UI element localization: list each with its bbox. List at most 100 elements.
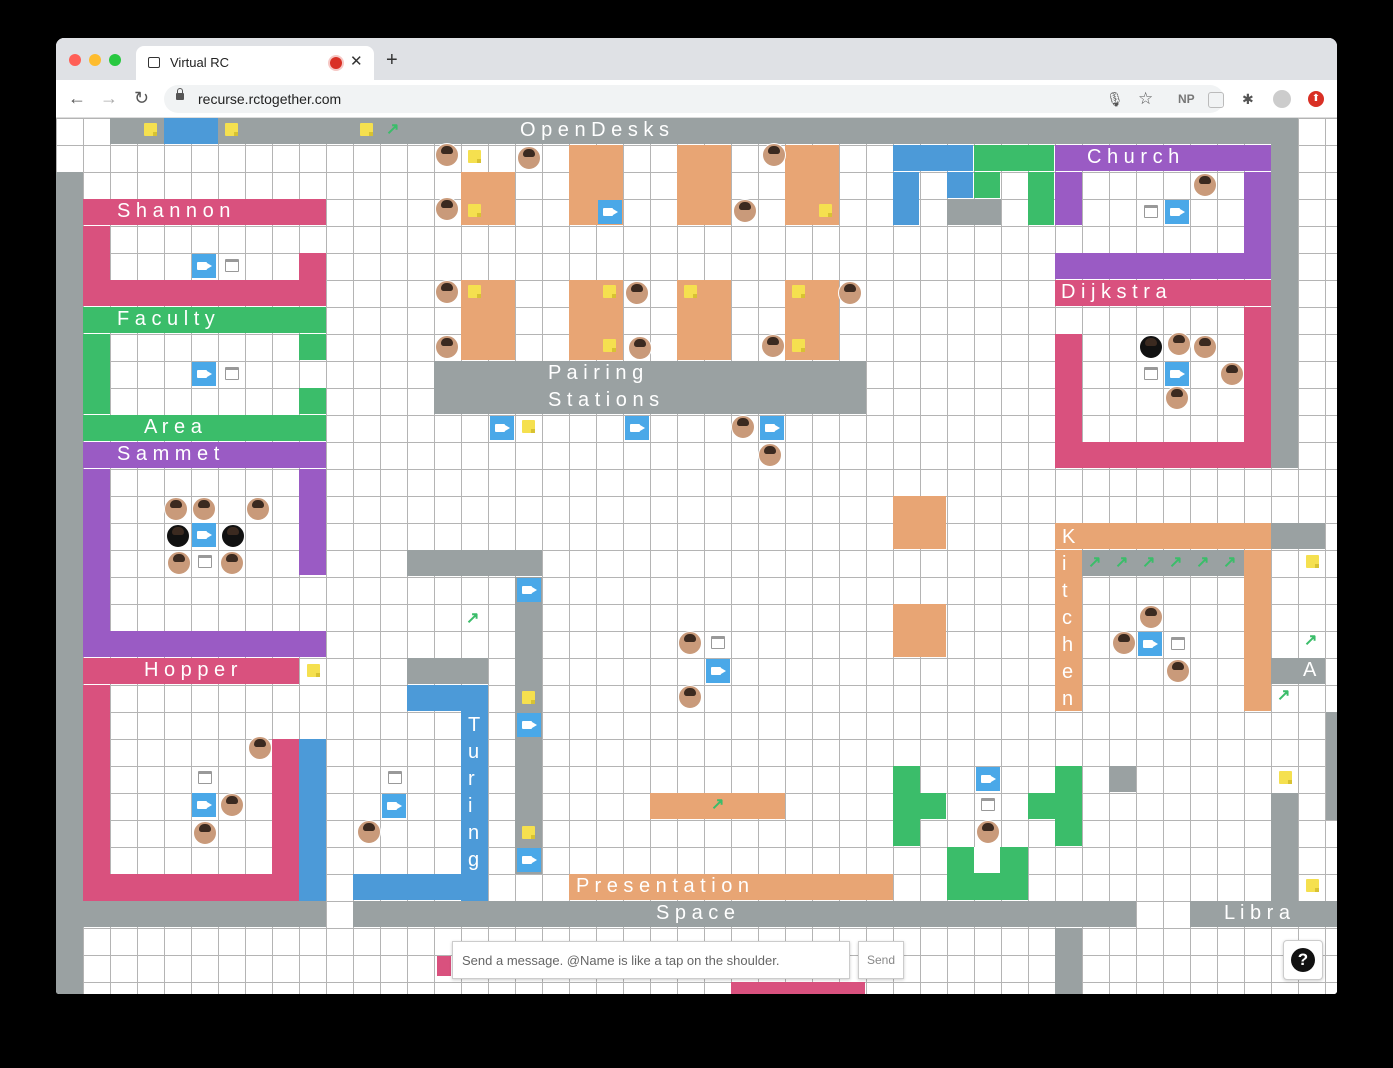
avatar[interactable] bbox=[357, 820, 381, 844]
avatar[interactable] bbox=[628, 336, 652, 360]
video-call-icon[interactable] bbox=[382, 794, 406, 818]
avatar[interactable] bbox=[762, 143, 786, 167]
link-icon[interactable]: ↗ bbox=[1304, 633, 1317, 649]
video-call-icon[interactable] bbox=[976, 767, 1000, 791]
avatar[interactable] bbox=[625, 281, 649, 305]
video-call-icon[interactable] bbox=[1138, 632, 1162, 656]
avatar[interactable] bbox=[220, 793, 244, 817]
note-icon[interactable] bbox=[522, 826, 535, 839]
note-icon[interactable] bbox=[1306, 555, 1319, 568]
avatar[interactable] bbox=[1193, 173, 1217, 197]
note-icon[interactable] bbox=[468, 285, 481, 298]
calendar-icon[interactable] bbox=[388, 771, 402, 784]
avatar[interactable] bbox=[731, 415, 755, 439]
link-icon[interactable]: ↗ bbox=[466, 611, 479, 627]
calendar-icon[interactable] bbox=[1144, 205, 1158, 218]
note-icon[interactable] bbox=[144, 123, 157, 136]
chat-input[interactable]: Send a message. @Name is like a tap on t… bbox=[452, 941, 850, 979]
note-icon[interactable] bbox=[684, 285, 697, 298]
send-button[interactable]: Send bbox=[858, 941, 904, 979]
note-icon[interactable] bbox=[468, 204, 481, 217]
avatar[interactable] bbox=[166, 524, 190, 548]
forward-button[interactable]: → bbox=[100, 88, 118, 108]
avatar[interactable] bbox=[221, 524, 245, 548]
avatar[interactable] bbox=[517, 146, 541, 170]
avatar[interactable] bbox=[1139, 605, 1163, 629]
note-icon[interactable] bbox=[792, 285, 805, 298]
calendar-icon[interactable] bbox=[225, 259, 239, 272]
puzzle-icon[interactable]: ✱ bbox=[1242, 89, 1254, 109]
minimize-window-button[interactable] bbox=[89, 54, 101, 66]
avatar[interactable] bbox=[192, 497, 216, 521]
note-icon[interactable] bbox=[307, 664, 320, 677]
link-icon[interactable]: ↗ bbox=[1196, 555, 1209, 571]
video-call-icon[interactable] bbox=[1165, 362, 1189, 386]
video-call-icon[interactable] bbox=[517, 713, 541, 737]
avatar[interactable] bbox=[1220, 362, 1244, 386]
avatar[interactable] bbox=[733, 199, 757, 223]
avatar[interactable] bbox=[435, 335, 459, 359]
close-window-button[interactable] bbox=[69, 54, 81, 66]
link-icon[interactable]: ↗ bbox=[711, 797, 724, 813]
calendar-icon[interactable] bbox=[981, 798, 995, 811]
avatar[interactable] bbox=[1166, 659, 1190, 683]
avatar[interactable] bbox=[193, 821, 217, 845]
avatar[interactable] bbox=[1165, 386, 1189, 410]
video-call-icon[interactable] bbox=[760, 416, 784, 440]
star-icon[interactable]: ☆ bbox=[1138, 89, 1153, 109]
update-icon[interactable]: ⬆ bbox=[1308, 91, 1324, 107]
calendar-icon[interactable] bbox=[198, 771, 212, 784]
avatar[interactable] bbox=[1112, 631, 1136, 655]
avatar[interactable] bbox=[678, 685, 702, 709]
extension-icon[interactable] bbox=[1208, 92, 1224, 108]
mic-icon[interactable]: 🎙 bbox=[1106, 89, 1124, 109]
maximize-window-button[interactable] bbox=[109, 54, 121, 66]
avatar[interactable] bbox=[435, 197, 459, 221]
calendar-icon[interactable] bbox=[711, 636, 725, 649]
video-call-icon[interactable] bbox=[490, 416, 514, 440]
video-call-icon[interactable] bbox=[517, 848, 541, 872]
link-icon[interactable]: ↗ bbox=[1223, 555, 1236, 571]
note-icon[interactable] bbox=[603, 285, 616, 298]
video-call-icon[interactable] bbox=[517, 578, 541, 602]
calendar-icon[interactable] bbox=[1171, 637, 1185, 650]
avatar[interactable] bbox=[1193, 335, 1217, 359]
video-call-icon[interactable] bbox=[706, 659, 730, 683]
avatar[interactable] bbox=[167, 551, 191, 575]
calendar-icon[interactable] bbox=[198, 555, 212, 568]
avatar[interactable] bbox=[1167, 332, 1191, 356]
link-icon[interactable]: ↗ bbox=[1277, 688, 1290, 704]
back-button[interactable]: ← bbox=[68, 88, 86, 108]
url-field[interactable]: recurse.rctogether.com bbox=[164, 85, 1224, 113]
link-icon[interactable]: ↗ bbox=[1115, 555, 1128, 571]
avatar[interactable] bbox=[678, 631, 702, 655]
link-icon[interactable]: ↗ bbox=[1169, 555, 1182, 571]
video-call-icon[interactable] bbox=[598, 200, 622, 224]
note-icon[interactable] bbox=[522, 691, 535, 704]
video-call-icon[interactable] bbox=[1165, 200, 1189, 224]
link-icon[interactable]: ↗ bbox=[1088, 555, 1101, 571]
video-call-icon[interactable] bbox=[625, 416, 649, 440]
avatar[interactable] bbox=[435, 143, 459, 167]
help-button[interactable]: ? bbox=[1283, 940, 1323, 980]
avatar[interactable] bbox=[976, 820, 1000, 844]
avatar[interactable] bbox=[838, 281, 862, 305]
note-icon[interactable] bbox=[792, 339, 805, 352]
link-icon[interactable]: ↗ bbox=[386, 122, 399, 138]
link-icon[interactable]: ↗ bbox=[1142, 555, 1155, 571]
profile-avatar[interactable] bbox=[1273, 90, 1291, 108]
note-icon[interactable] bbox=[360, 123, 373, 136]
video-call-icon[interactable] bbox=[192, 254, 216, 278]
new-tab-button[interactable]: + bbox=[386, 50, 398, 70]
avatar[interactable] bbox=[435, 280, 459, 304]
reload-button[interactable]: ↻ bbox=[134, 88, 149, 108]
tab-close-button[interactable]: ✕ bbox=[350, 52, 363, 70]
avatar[interactable] bbox=[758, 443, 782, 467]
video-call-icon[interactable] bbox=[192, 523, 216, 547]
calendar-icon[interactable] bbox=[1144, 367, 1158, 380]
np-extension-icon[interactable]: NP bbox=[1178, 89, 1195, 109]
virtual-space-grid[interactable]: O p e n D e s k s S h a n n o n F a c u … bbox=[56, 118, 1337, 994]
note-icon[interactable] bbox=[603, 339, 616, 352]
note-icon[interactable] bbox=[1306, 879, 1319, 892]
video-call-icon[interactable] bbox=[192, 793, 216, 817]
